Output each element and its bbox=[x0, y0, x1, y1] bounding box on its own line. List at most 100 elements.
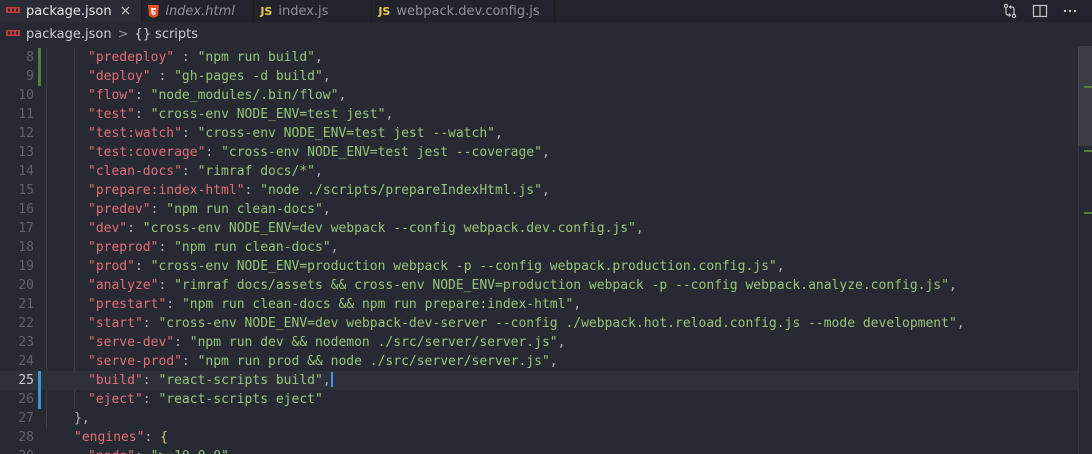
code-line: 24 "serve-prod": "npm run prod && node ./… bbox=[0, 352, 1080, 371]
json-string-value: "react-scripts eject" bbox=[158, 392, 323, 407]
line-number: 17 bbox=[18, 221, 34, 236]
json-separator: : bbox=[158, 240, 175, 255]
json-key: "build" bbox=[88, 373, 143, 388]
code-text: "deploy" : "gh-pages -d build", bbox=[88, 67, 331, 86]
line-number: 25 bbox=[18, 373, 34, 388]
tab-label: index.html bbox=[165, 3, 235, 19]
line-number: 18 bbox=[18, 240, 34, 255]
punctuation: , bbox=[776, 259, 785, 274]
tab-label: package.json bbox=[26, 3, 112, 19]
code-text: "predev": "npm run clean-docs", bbox=[88, 200, 331, 219]
line-number: 26 bbox=[18, 392, 34, 407]
code-line: 8 "predeploy" : "npm run build", bbox=[0, 48, 1080, 67]
json-string-value: "npm run prod && node ./src/server/serve… bbox=[197, 354, 550, 369]
punctuation: , bbox=[314, 164, 323, 179]
line-number: 22 bbox=[18, 316, 34, 331]
tab-package-json[interactable]: package.json × bbox=[0, 0, 143, 22]
json-string-value: "cross-env NODE_ENV=test jest --watch" bbox=[197, 126, 495, 141]
code-line: 19 "prod": "cross-env NODE_ENV=production… bbox=[0, 257, 1080, 276]
close-icon[interactable]: × bbox=[120, 3, 132, 19]
json-string-value: "cross-env NODE_ENV=test jest --coverage… bbox=[221, 145, 542, 160]
punctuation: , bbox=[385, 107, 394, 122]
json-separator: : bbox=[150, 69, 175, 84]
line-number: 20 bbox=[18, 278, 34, 293]
json-string-value: "cross-env NODE_ENV=production webpack -… bbox=[150, 259, 777, 274]
json-key: "prepare:index-html" bbox=[88, 183, 245, 198]
code-line: 23 "serve-dev": "npm run dev && nodemon .… bbox=[0, 333, 1080, 352]
code-text: "prod": "cross-env NODE_ENV=production w… bbox=[88, 257, 785, 276]
line-number: 23 bbox=[18, 335, 34, 350]
code-text: "prepare:index-html": "node ./scripts/pr… bbox=[88, 181, 550, 200]
punctuation: , bbox=[549, 354, 558, 369]
code-text: "serve-dev": "npm run dev && nodemon ./s… bbox=[88, 333, 565, 352]
punctuation: , bbox=[495, 126, 503, 141]
json-string-value: "react-scripts build" bbox=[158, 373, 323, 388]
breadcrumb-symbol[interactable]: scripts bbox=[155, 27, 198, 42]
json-key: "prod" bbox=[88, 259, 135, 274]
json-key: "serve-prod" bbox=[88, 354, 182, 369]
modified-line-indicator[interactable] bbox=[38, 67, 41, 86]
json-key: "prestart" bbox=[88, 297, 167, 312]
code-line: 18 "preprod": "npm run clean-docs", bbox=[0, 238, 1080, 257]
breadcrumb-file[interactable]: package.json bbox=[26, 27, 112, 42]
json-key: "node" bbox=[88, 449, 135, 454]
punctuation: , bbox=[338, 88, 347, 103]
code-line: 14 "clean-docs": "rimraf docs/*", bbox=[0, 162, 1080, 181]
json-string-value: "rimraf docs/*" bbox=[197, 164, 315, 179]
json-separator: : bbox=[134, 107, 151, 122]
punctuation: }, bbox=[74, 411, 90, 426]
json-string-value: "node_modules/.bin/flow" bbox=[150, 88, 339, 103]
json-string-value: "node ./scripts/prepareIndexHtml.js" bbox=[260, 183, 542, 198]
code-line: 21 "prestart": "npm run clean-docs && npm… bbox=[0, 295, 1080, 314]
added-line-indicator[interactable] bbox=[38, 390, 41, 409]
json-key: "engines" bbox=[74, 430, 145, 445]
breadcrumb: package.json > {} scripts bbox=[0, 22, 1092, 46]
json-string-value: "npm run clean-docs && npm run prepare:i… bbox=[181, 297, 574, 312]
json-separator: : bbox=[135, 449, 151, 454]
line-number: 19 bbox=[18, 259, 34, 274]
js-icon: JS bbox=[378, 4, 391, 18]
json-key: "start" bbox=[88, 316, 143, 331]
tab-index-html[interactable]: index.html bbox=[142, 0, 255, 22]
code-text: "predeploy" : "npm run build", bbox=[88, 48, 323, 67]
js-icon: JS bbox=[260, 4, 273, 18]
json-separator: : bbox=[181, 354, 198, 369]
modified-line-indicator[interactable] bbox=[38, 48, 41, 67]
json-key: "dev" bbox=[88, 221, 128, 236]
code-editor[interactable]: 8 "predeploy" : "npm run build", 9 "deploy"… bbox=[0, 46, 1092, 454]
code-text: "test:watch": "cross-env NODE_ENV=test j… bbox=[88, 124, 503, 143]
code-line: 20 "analyze": "rimraf docs/assets && cros… bbox=[0, 276, 1080, 295]
punctuation: , bbox=[322, 69, 331, 84]
line-number: 29 bbox=[0, 447, 34, 454]
json-key: "eject" bbox=[88, 392, 143, 407]
split-editor-icon[interactable] bbox=[1032, 3, 1048, 19]
punctuation: , bbox=[322, 202, 331, 217]
overview-ruler-mark bbox=[1084, 212, 1092, 214]
more-actions-icon[interactable] bbox=[1062, 3, 1078, 19]
code-text: "test": "cross-env NODE_ENV=test jest", bbox=[88, 105, 393, 124]
code-text: }, bbox=[74, 409, 90, 428]
overview-ruler-mark bbox=[1084, 150, 1092, 152]
json-key: "analyze" bbox=[88, 278, 159, 293]
code-text: "clean-docs": "rimraf docs/*", bbox=[88, 162, 323, 181]
npm-icon bbox=[6, 30, 20, 38]
source-control-compare-icon[interactable] bbox=[1002, 3, 1018, 19]
json-string-value: "cross-env NODE_ENV=test jest" bbox=[150, 107, 386, 122]
json-separator: : bbox=[174, 50, 198, 65]
code-text: "eject": "react-scripts eject" bbox=[88, 390, 323, 409]
line-number: 8 bbox=[26, 50, 34, 65]
code-line: 17 "dev": "cross-env NODE_ENV=dev webpack… bbox=[0, 219, 1080, 238]
code-text: "node": ">=10.0.0" bbox=[88, 447, 229, 454]
code-text: "engines": { bbox=[74, 428, 168, 447]
json-key: "test" bbox=[88, 107, 135, 122]
scrollbar-thumb[interactable] bbox=[1078, 46, 1092, 146]
json-key: "predeploy" bbox=[88, 50, 175, 65]
line-number: 10 bbox=[18, 88, 34, 103]
tab-index-js[interactable]: JS index.js bbox=[254, 0, 373, 22]
json-separator: : bbox=[142, 392, 159, 407]
code-text: "analyze": "rimraf docs/assets && cross-… bbox=[88, 276, 957, 295]
code-text: "dev": "cross-env NODE_ENV=dev webpack -… bbox=[88, 219, 644, 238]
tab-webpack-dev-config[interactable]: JS webpack.dev.config.js bbox=[372, 0, 556, 22]
code-line: 27}, bbox=[0, 409, 1080, 428]
added-line-indicator[interactable] bbox=[38, 371, 41, 390]
